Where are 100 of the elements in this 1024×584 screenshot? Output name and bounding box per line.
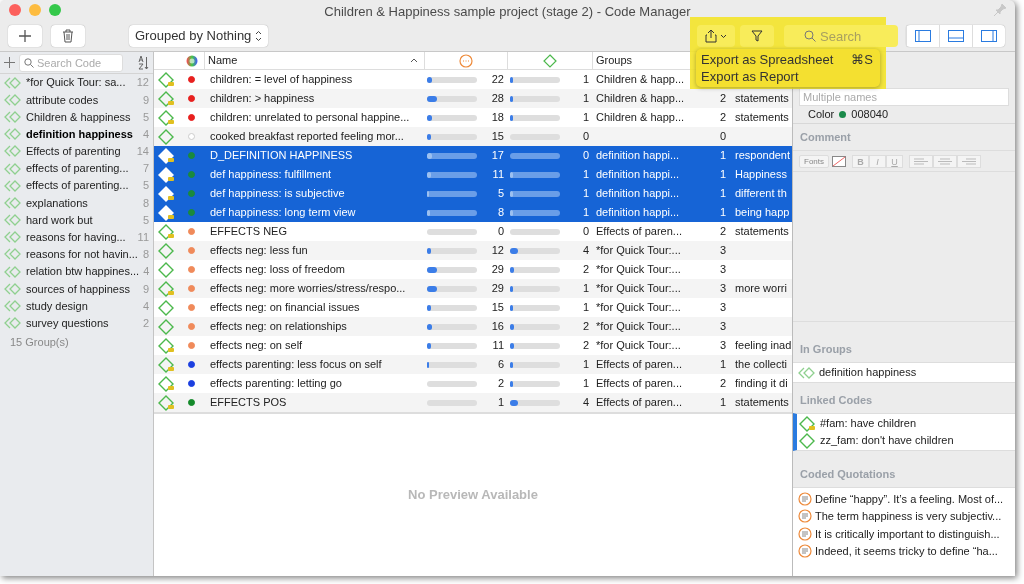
table-cell-text: def happiness: long term view bbox=[209, 205, 357, 221]
add-button[interactable] bbox=[8, 24, 42, 47]
table-cell: 1 bbox=[719, 149, 726, 162]
count-label: 4 bbox=[142, 126, 149, 142]
align-left-button[interactable] bbox=[909, 154, 933, 168]
sidebar-item[interactable]: definition happiness 4 bbox=[0, 125, 153, 143]
align-left-icon bbox=[914, 157, 928, 165]
sidebar-item[interactable]: sources of happiness 9 bbox=[0, 280, 153, 298]
table-cell-text: 0 bbox=[581, 129, 590, 145]
table-cell-text: 29 bbox=[490, 281, 505, 297]
caret-icon bbox=[720, 33, 727, 39]
count-label: 2 bbox=[142, 315, 149, 331]
sidebar-item[interactable]: explanations 8 bbox=[0, 194, 153, 212]
section-title: Comment bbox=[799, 129, 852, 145]
sidebar-item-label: effects of parenting... bbox=[26, 161, 130, 177]
quotation-icon bbox=[798, 526, 812, 541]
table-row[interactable]: effects neg: less fun 12 4 *for Quick Tour:... 3 bbox=[154, 241, 792, 260]
table-cell: finding it di bbox=[735, 377, 788, 390]
table-cell: Happiness bbox=[735, 168, 787, 181]
sidebar-item-label: explanations bbox=[26, 195, 89, 211]
table-row[interactable]: def happiness: long term view 8 1 definition happi... 1 being happ bbox=[154, 203, 792, 222]
list-item[interactable]: The term happiness is very subjectiv... bbox=[793, 507, 1015, 525]
sort-icon[interactable] bbox=[137, 54, 149, 71]
sidebar-item[interactable]: Effects of parenting 14 bbox=[0, 142, 153, 160]
table-cell-text: 6 bbox=[496, 357, 505, 373]
table-row[interactable]: D_DEFINITION HAPPINESS 17 0 definition happi... 1 respondent bbox=[154, 146, 792, 165]
list-item[interactable]: It is critically important to distinguish... bbox=[793, 525, 1015, 543]
quotation-icon bbox=[798, 491, 812, 506]
sidebar-item[interactable]: attribute codes 9 bbox=[0, 91, 153, 109]
table-cell: 1 bbox=[719, 168, 726, 181]
list-item[interactable]: Define “happy”. It’s a feeling. Most of... bbox=[793, 490, 1015, 508]
table-cell: 2 bbox=[719, 92, 726, 105]
minimize-button[interactable] bbox=[29, 4, 41, 16]
share-icon bbox=[705, 29, 717, 43]
add-group-icon[interactable] bbox=[4, 57, 15, 68]
list-item[interactable]: #fam: have children bbox=[797, 415, 1015, 432]
align-center-button[interactable] bbox=[933, 154, 957, 168]
sidebar-item[interactable]: hard work but 5 bbox=[0, 211, 153, 229]
sidebar-item-label: effects of parenting... bbox=[26, 178, 130, 194]
sidebar-item[interactable]: Children & happiness 5 bbox=[0, 108, 153, 126]
group-icon bbox=[4, 265, 22, 278]
sidebar-item[interactable]: *for Quick Tour: sa... 12 bbox=[0, 74, 153, 92]
share-button[interactable] bbox=[697, 25, 735, 47]
delete-button[interactable] bbox=[51, 24, 85, 47]
shortcut-label: ⌘S bbox=[851, 50, 874, 69]
table-row[interactable]: cooked breakfast reported feeling mor... 15 0 0 bbox=[154, 127, 792, 146]
column-header[interactable]: Groups bbox=[592, 52, 687, 69]
table-row[interactable]: effects parenting: less focus on self 6 1 Effects of paren... 1 the collecti bbox=[154, 355, 792, 374]
list-item[interactable]: Indeed, it seems tricky to define “ha... bbox=[793, 542, 1015, 560]
table-cell: *for Quick Tour:... bbox=[596, 320, 681, 333]
text-color-swatch[interactable] bbox=[832, 155, 846, 167]
table-cell-text: 1 bbox=[581, 205, 590, 221]
table-cell: 1 bbox=[719, 187, 726, 200]
table-cell-text: children: = level of happiness bbox=[209, 72, 354, 88]
table-cell: 0 bbox=[719, 130, 726, 143]
table-row[interactable]: children: > happiness 28 1 Children & happ... 2 statements bbox=[154, 89, 792, 108]
table-cell-text: 16 bbox=[490, 319, 505, 335]
sidebar-item[interactable]: effects of parenting... 7 bbox=[0, 159, 153, 178]
column-header[interactable]: Name bbox=[204, 52, 424, 69]
group-by-popup[interactable]: Grouped by Nothing bbox=[129, 24, 269, 47]
close-button[interactable] bbox=[9, 4, 21, 16]
table-cell: statements bbox=[735, 396, 789, 409]
menu-item[interactable]: Export as Spreadsheet ⌘S bbox=[696, 51, 880, 68]
sidebar-item-label: Effects of parenting bbox=[26, 144, 122, 160]
align-right-button[interactable] bbox=[957, 154, 981, 168]
table-cell-text: 0 bbox=[581, 224, 590, 240]
name-field[interactable]: Multiple names bbox=[799, 88, 1009, 106]
table-row[interactable]: EFFECTS POS 1 4 Effects of paren... 1 statements bbox=[154, 393, 792, 412]
sidebar-item[interactable]: reasons for not havin... 8 bbox=[0, 245, 153, 264]
table-cell-text: effects parenting: less focus on self bbox=[209, 357, 383, 373]
table-row[interactable]: def happiness: fulfillment 11 1 definition happi... 1 Happiness bbox=[154, 165, 792, 184]
table-cell-text: 1 bbox=[496, 395, 505, 411]
table-cell: 3 bbox=[719, 282, 726, 295]
search-icon bbox=[804, 30, 816, 42]
zoom-button[interactable] bbox=[49, 4, 61, 16]
group-icon bbox=[4, 196, 22, 209]
table-row[interactable]: effects neg: more worries/stress/respo... 29 1 *for Quick Tour:... 3 more worri bbox=[154, 279, 792, 298]
sidebar-item[interactable]: survey questions 2 bbox=[0, 314, 153, 332]
search-field[interactable]: Search bbox=[784, 25, 898, 47]
table-row[interactable]: def happiness: is subjective 5 1 definition happi... 1 different th bbox=[154, 184, 792, 203]
table-cell-text: 17 bbox=[490, 148, 505, 164]
count-label: 5 bbox=[142, 212, 149, 228]
sidebar-item[interactable]: study design 4 bbox=[0, 297, 153, 315]
pin-icon[interactable] bbox=[993, 3, 1007, 17]
filter-button[interactable] bbox=[740, 25, 774, 47]
count-label: 14 bbox=[136, 144, 149, 160]
sidebar-item[interactable]: effects of parenting... 5 bbox=[0, 177, 153, 195]
sidebar-item[interactable]: relation btw happines... 4 bbox=[0, 263, 153, 281]
quotation-icon bbox=[459, 53, 473, 68]
table-row[interactable]: effects neg: on relationships 16 2 *for Quick Tour:... 3 bbox=[154, 317, 792, 336]
list-item[interactable]: definition happiness bbox=[793, 364, 1015, 381]
table-cell-text: children: > happiness bbox=[209, 91, 316, 107]
search-field[interactable]: Search Code bbox=[19, 53, 123, 72]
filter-icon bbox=[751, 29, 763, 43]
table-cell: being happ bbox=[735, 206, 790, 219]
table-cell: *for Quick Tour:... bbox=[596, 244, 681, 257]
list-item[interactable]: zz_fam: don't have children bbox=[797, 432, 1015, 449]
sidebar-item[interactable]: reasons for having... 11 bbox=[0, 228, 153, 246]
table-cell-text: 2 bbox=[581, 319, 590, 335]
table-cell-text: 0 bbox=[581, 148, 590, 164]
